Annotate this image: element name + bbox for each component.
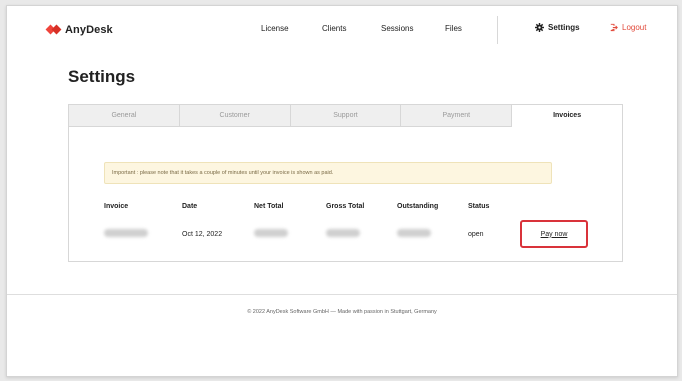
logout-label: Logout xyxy=(622,23,647,32)
column-header-net-total: Net Total xyxy=(254,203,284,210)
footer-divider xyxy=(7,294,677,295)
payment-notice: Important : please note that it takes a … xyxy=(104,162,552,184)
nav-divider xyxy=(497,16,498,44)
nav-settings[interactable]: Settings xyxy=(535,23,580,32)
top-navigation-bar: AnyDesk License Clients Sessions Files S… xyxy=(7,6,677,54)
nav-license[interactable]: License xyxy=(261,24,289,33)
anydesk-logo-icon xyxy=(45,24,62,35)
anydesk-logo[interactable]: AnyDesk xyxy=(45,24,113,36)
gear-icon xyxy=(535,23,544,32)
invoice-number-redacted xyxy=(104,229,148,237)
invoice-date: Oct 12, 2022 xyxy=(182,231,223,238)
page-title: Settings xyxy=(68,67,136,86)
pay-now-button[interactable]: Pay now xyxy=(520,220,588,248)
column-header-outstanding: Outstanding xyxy=(397,203,439,210)
tab-general[interactable]: General xyxy=(69,105,180,127)
gross-total-redacted xyxy=(326,229,360,237)
tab-invoices[interactable]: Invoices xyxy=(512,105,622,127)
column-header-status: Status xyxy=(468,203,490,210)
net-total-redacted xyxy=(254,229,288,237)
brand-name: AnyDesk xyxy=(65,24,113,36)
nav-sessions[interactable]: Sessions xyxy=(381,24,413,33)
settings-tabs: General Customer Support Payment Invoice… xyxy=(69,105,622,127)
settings-panel: General Customer Support Payment Invoice… xyxy=(68,104,623,262)
nav-clients[interactable]: Clients xyxy=(322,24,346,33)
logout-icon xyxy=(610,23,618,32)
footer-copyright: © 2022 AnyDesk Software GmbH — Made with… xyxy=(247,309,437,315)
tab-support[interactable]: Support xyxy=(290,105,402,127)
invoice-status: open xyxy=(468,231,484,238)
tab-customer[interactable]: Customer xyxy=(179,105,291,127)
column-header-date: Date xyxy=(182,203,198,210)
nav-settings-label: Settings xyxy=(548,23,580,32)
column-header-gross-total: Gross Total xyxy=(326,203,365,210)
logout-link[interactable]: Logout xyxy=(610,23,646,32)
outstanding-redacted xyxy=(397,229,431,237)
tab-payment[interactable]: Payment xyxy=(401,105,513,127)
column-header-invoice: Invoice xyxy=(104,203,129,210)
browser-window: AnyDesk License Clients Sessions Files S… xyxy=(6,5,678,377)
nav-files[interactable]: Files xyxy=(445,24,462,33)
